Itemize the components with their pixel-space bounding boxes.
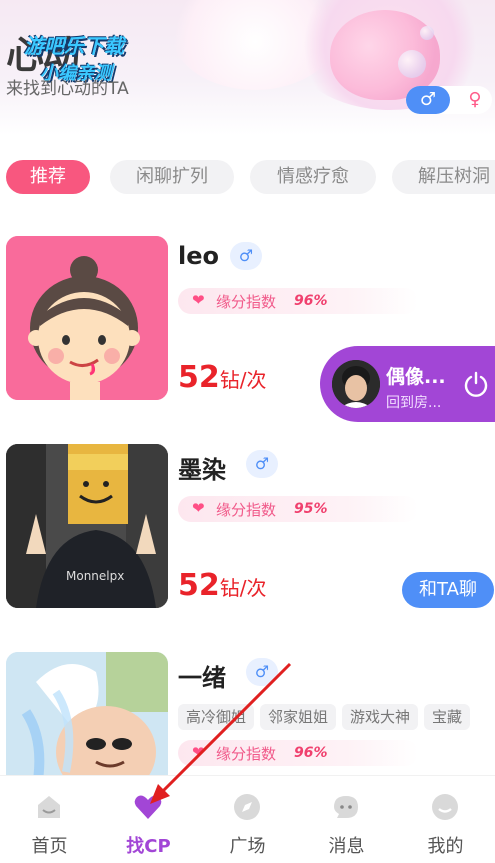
live-room-floating-pill[interactable]: 偶像... 回到房... (320, 346, 495, 422)
return-to-room-text[interactable]: 回到房... (386, 392, 441, 412)
nav-messages[interactable]: 消息 (297, 776, 396, 863)
affinity-index: ❤ 缘分指数 96% (178, 288, 418, 314)
gender-filter-toggle[interactable]: ♂ ♀ (406, 86, 492, 114)
bubble-decoration (420, 26, 434, 40)
affinity-value: 96% (294, 745, 328, 761)
nav-home[interactable]: 首页 (0, 776, 99, 863)
price-number: 52 (178, 360, 220, 395)
male-badge-icon: ♂ (230, 242, 262, 270)
avatar[interactable]: Monnelpx (6, 444, 168, 608)
male-badge-icon: ♂ (246, 450, 278, 478)
nav-label: 我的 (427, 836, 464, 857)
tag: 宝藏 (424, 704, 471, 730)
male-filter-icon[interactable]: ♂ (406, 86, 450, 114)
male-badge-icon: ♂ (246, 658, 278, 686)
category-tabs: 推荐 闲聊扩列 情感疗愈 解压树洞 (0, 160, 495, 196)
compass-icon (234, 794, 260, 820)
affinity-label: 缘分指数 (216, 501, 277, 519)
host-photo (332, 360, 380, 408)
nav-label: 消息 (328, 836, 365, 857)
user-name: 一绪 (178, 664, 226, 692)
room-title: 偶像... (386, 366, 446, 388)
header-banner: 心动 游吧乐下载 小编亲测 来找到心动的TA ♂ ♀ (0, 0, 495, 135)
user-name: 墨染 (178, 456, 226, 484)
female-filter-icon[interactable]: ♀ (458, 86, 492, 114)
affinity-label: 缘分指数 (216, 293, 277, 311)
nav-profile[interactable]: 我的 (396, 776, 495, 863)
affinity-value: 95% (294, 501, 328, 517)
heart-icon (134, 795, 162, 819)
message-icon (334, 796, 358, 818)
tab-stress-relief[interactable]: 解压树洞 (392, 160, 495, 194)
profile-icon (432, 794, 458, 820)
price: 52钻/次 (178, 360, 267, 395)
nav-find-cp[interactable]: 找CP (99, 776, 198, 863)
bottom-nav: 首页 找CP 广场 消息 我的 (0, 775, 495, 863)
room-host-avatar[interactable] (332, 360, 380, 408)
brand-title: 心动 游吧乐下载 小编亲测 (6, 20, 166, 84)
avatar[interactable] (6, 236, 168, 400)
affinity-index: ❤ 缘分指数 95% (178, 496, 418, 522)
bubble-decoration (398, 50, 426, 78)
tab-recommend[interactable]: 推荐 (6, 160, 90, 194)
tag: 游戏大神 (342, 704, 419, 730)
home-icon (38, 796, 60, 818)
user-card[interactable]: Monnelpx 墨染 ♂ ❤ 缘分指数 95% 52钻/次 和TA聊 (6, 444, 495, 614)
heart-icon: ❤ (192, 499, 205, 517)
svg-text:Monnelpx: Monnelpx (66, 569, 124, 583)
avatar[interactable] (6, 652, 168, 775)
tab-chat-expand[interactable]: 闲聊扩列 (110, 160, 234, 194)
watermark-line1: 游吧乐下载 (24, 34, 124, 58)
price-unit: 钻/次 (219, 576, 267, 600)
nav-label: 首页 (31, 836, 68, 857)
price-unit: 钻/次 (219, 368, 267, 392)
page-subtitle: 来找到心动的TA (6, 79, 129, 99)
heart-icon: ❤ (192, 743, 205, 761)
nav-square[interactable]: 广场 (198, 776, 297, 863)
price-number: 52 (178, 568, 220, 603)
affinity-value: 96% (294, 293, 328, 309)
nav-label: 广场 (229, 836, 266, 857)
user-tags: 高冷御姐 邻家姐姐 游戏大神 宝藏 (178, 704, 476, 730)
cartoon-girl-avatar (6, 236, 168, 400)
affinity-index: ❤ 缘分指数 96% (178, 740, 418, 766)
nav-label: 找CP (126, 836, 171, 857)
anime-character-avatar (6, 652, 168, 775)
tag: 高冷御姐 (178, 704, 255, 730)
price: 52钻/次 (178, 568, 267, 603)
tab-emotion-healing[interactable]: 情感疗愈 (250, 160, 376, 194)
power-icon[interactable] (462, 370, 490, 398)
tag: 邻家姐姐 (260, 704, 337, 730)
user-name: leo (178, 242, 219, 270)
heart-icon: ❤ (192, 291, 205, 309)
chat-with-ta-button[interactable]: 和TA聊 (402, 572, 494, 608)
affinity-label: 缘分指数 (216, 745, 277, 763)
paper-bag-person-avatar: Monnelpx (6, 444, 168, 608)
user-card[interactable]: 一绪 ♂ 高冷御姐 邻家姐姐 游戏大神 宝藏 ❤ 缘分指数 96% (6, 652, 495, 775)
